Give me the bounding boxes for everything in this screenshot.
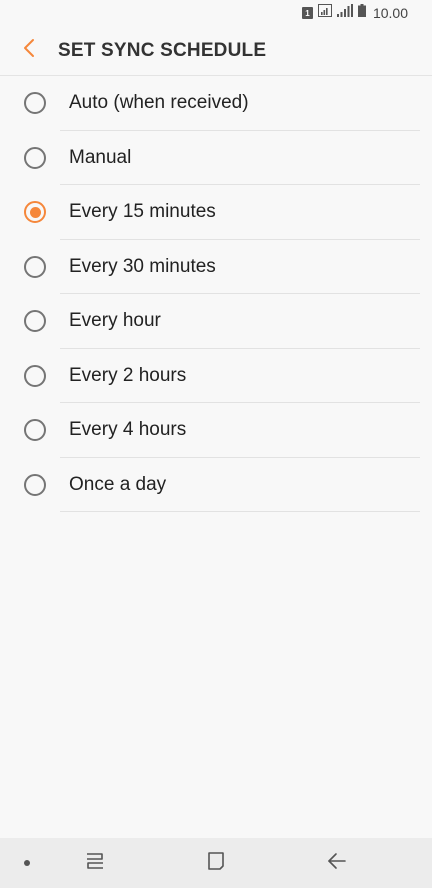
navigation-bar: [0, 838, 432, 888]
status-time: 10.00: [372, 5, 408, 21]
option-manual[interactable]: Manual: [0, 131, 432, 185]
signal-icon: [336, 4, 353, 22]
option-every-15-minutes[interactable]: Every 15 minutes: [0, 185, 432, 240]
back-button[interactable]: [0, 26, 58, 76]
radio-button[interactable]: [24, 146, 46, 169]
sync-schedule-options: Auto (when received) Manual Every 15 min…: [0, 76, 432, 512]
radio-button[interactable]: [24, 310, 46, 333]
option-every-30-minutes[interactable]: Every 30 minutes: [0, 240, 432, 294]
option-every-hour[interactable]: Every hour: [0, 294, 432, 349]
back-arrow-icon: [327, 852, 347, 875]
option-label: Every 30 minutes: [69, 255, 216, 277]
option-label: Once a day: [69, 473, 167, 495]
chevron-left-icon: [23, 38, 35, 63]
option-every-4-hours[interactable]: Every 4 hours: [0, 403, 432, 458]
divider: [60, 511, 420, 512]
radio-button[interactable]: [24, 92, 46, 115]
option-label: Auto (when received): [69, 92, 249, 114]
option-auto-when-received[interactable]: Auto (when received): [0, 76, 432, 131]
system-back-button[interactable]: [322, 848, 352, 878]
option-label: Manual: [69, 146, 132, 168]
page-title: SET SYNC SCHEDULE: [58, 39, 267, 61]
option-label: Every hour: [69, 310, 161, 332]
option-label: Every 2 hours: [69, 364, 187, 386]
option-label: Every 4 hours: [69, 419, 187, 441]
home-button[interactable]: [201, 848, 231, 878]
sim-icon: 1: [301, 7, 313, 19]
radio-button[interactable]: [24, 255, 46, 278]
option-once-a-day[interactable]: Once a day: [0, 458, 432, 512]
radio-button[interactable]: [24, 201, 46, 224]
option-every-2-hours[interactable]: Every 2 hours: [0, 349, 432, 403]
wifi-icon: [317, 4, 332, 22]
radio-button[interactable]: [24, 473, 46, 496]
home-icon: [206, 851, 226, 876]
status-bar: 1 10.00: [0, 0, 432, 26]
recents-button[interactable]: [80, 848, 110, 878]
app-header: SET SYNC SCHEDULE: [0, 26, 432, 76]
dot-icon: [24, 860, 30, 866]
radio-button[interactable]: [24, 419, 46, 442]
radio-button[interactable]: [24, 364, 46, 387]
option-label: Every 15 minutes: [69, 201, 216, 223]
recents-icon: [85, 852, 105, 875]
battery-icon: [357, 4, 366, 22]
